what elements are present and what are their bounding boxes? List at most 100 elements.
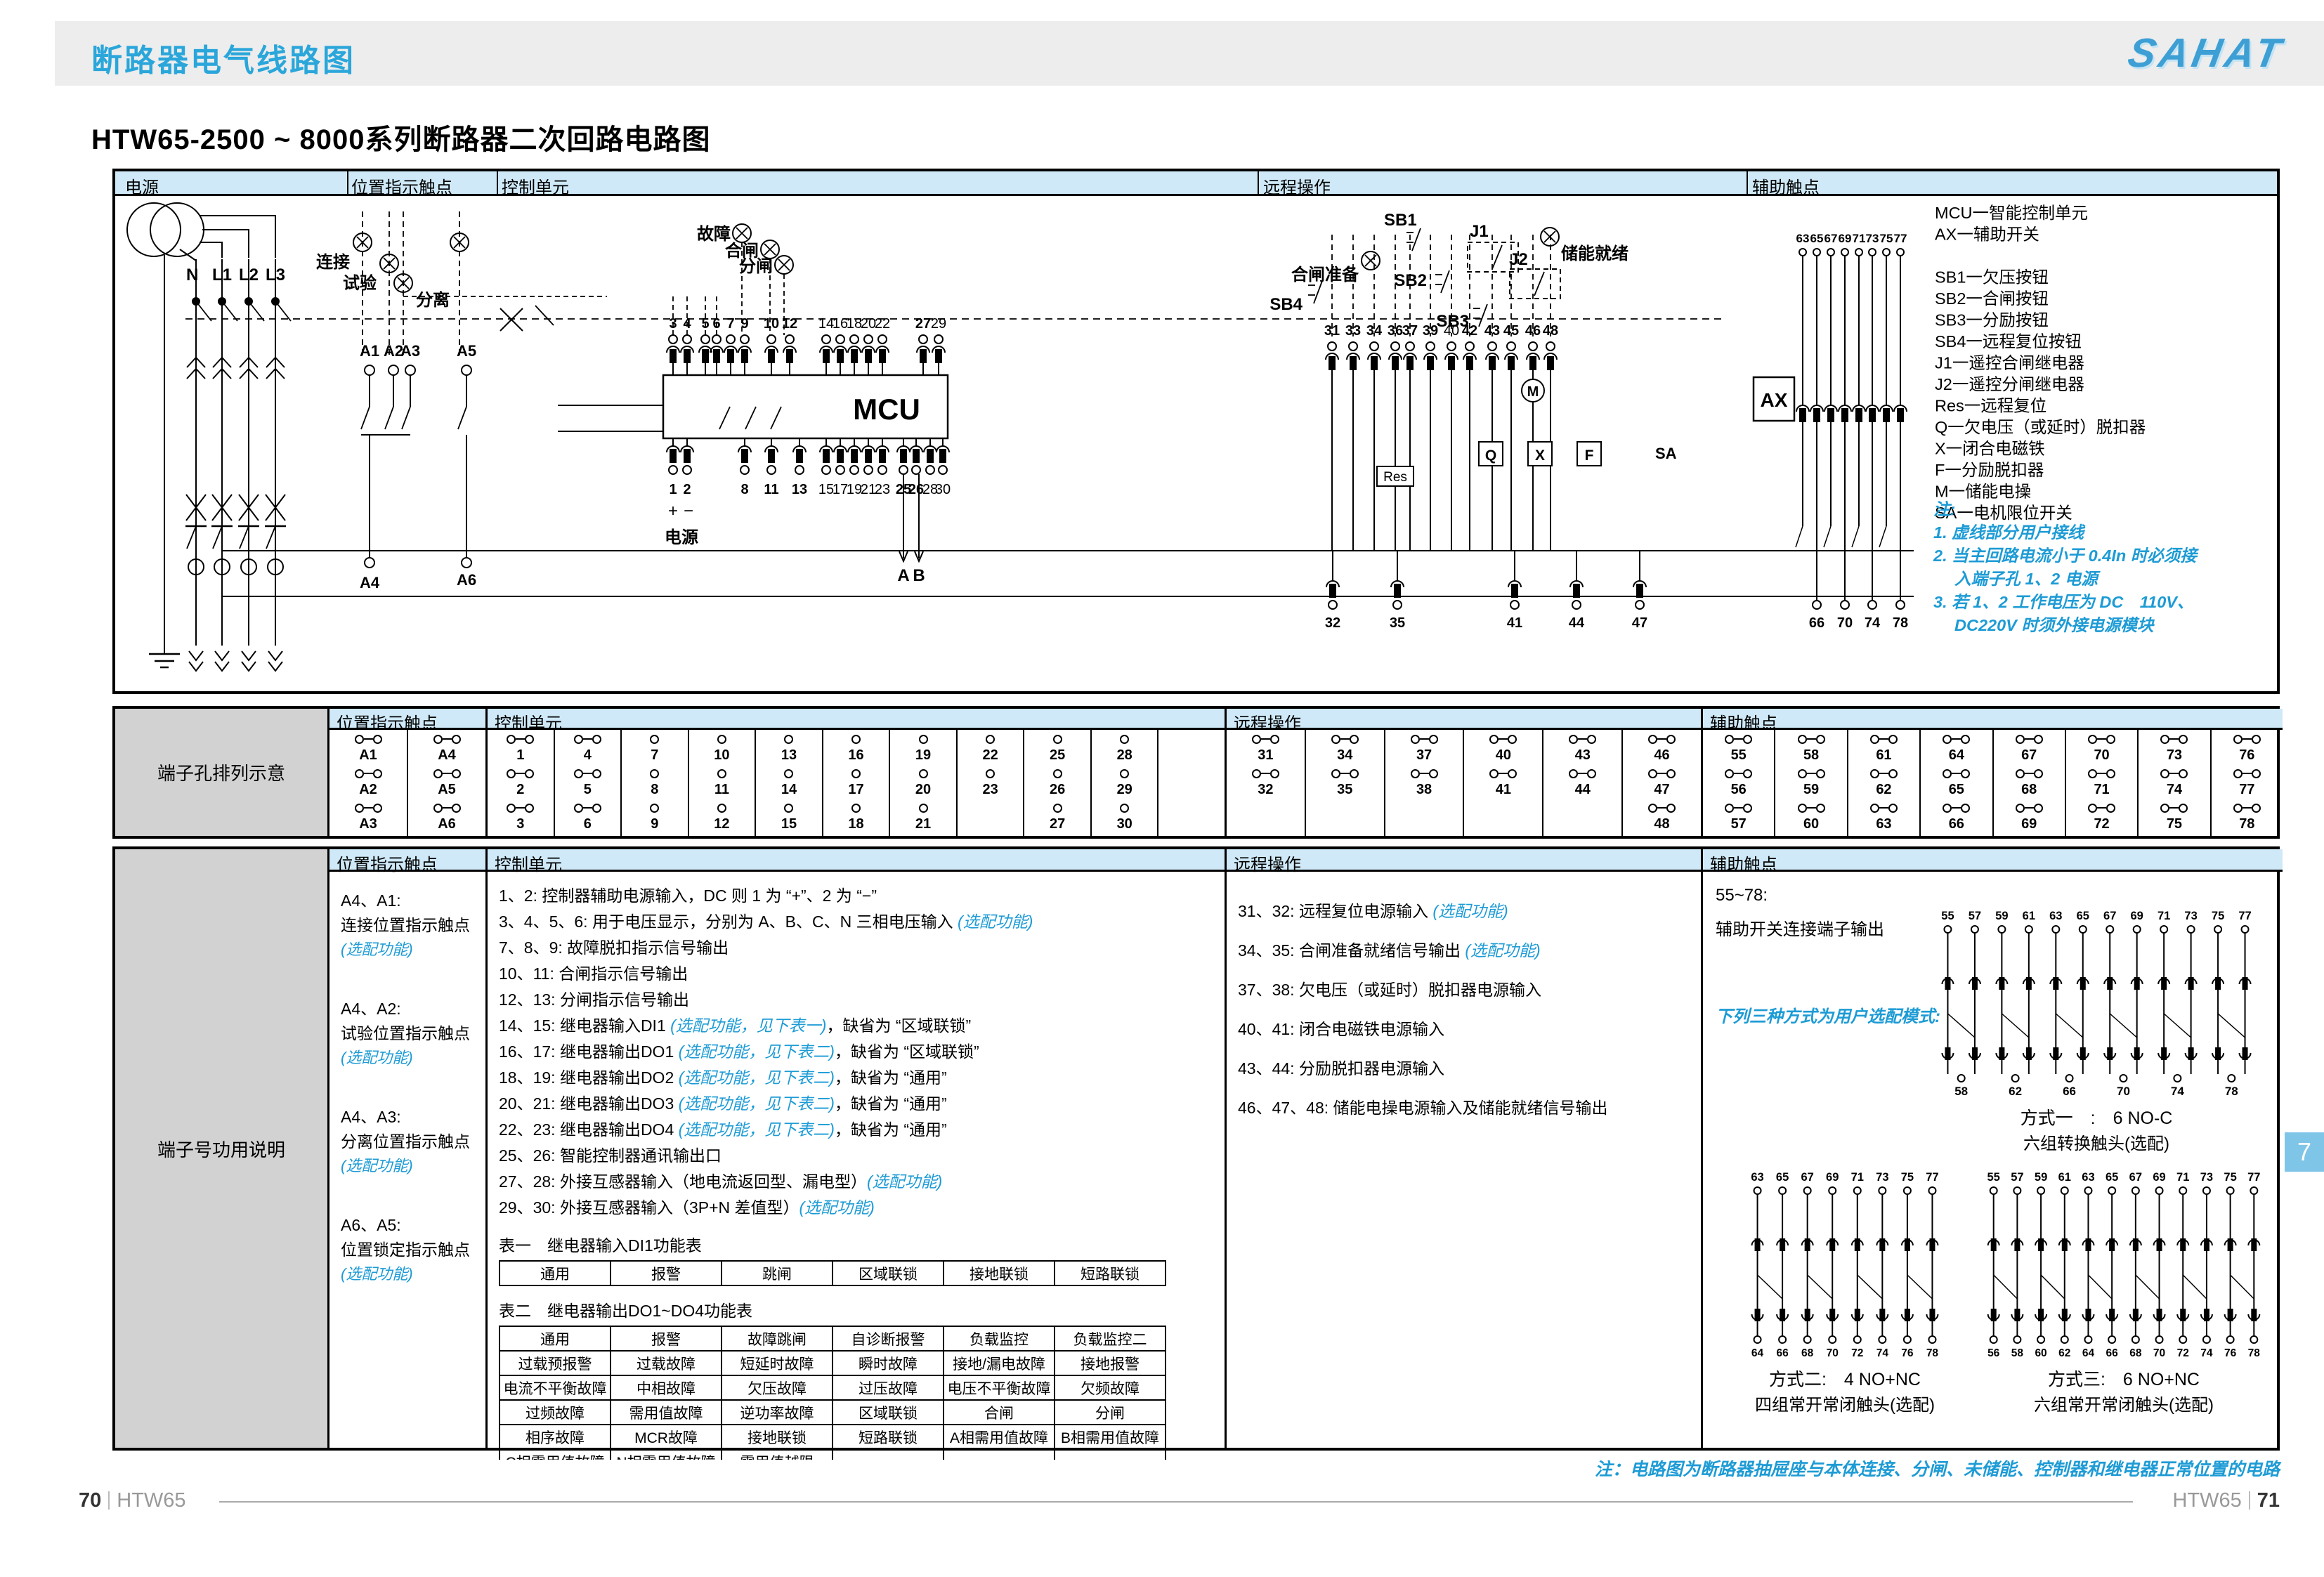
svg-text:67: 67	[2103, 910, 2116, 922]
terminal-map-cell: 737475	[2139, 730, 2211, 836]
svg-text:74: 74	[1876, 1347, 1889, 1359]
terminal-entry: 22	[982, 732, 998, 766]
terminal-link	[364, 738, 373, 740]
svg-text:1: 1	[669, 482, 677, 497]
svg-text:AX: AX	[1761, 389, 1788, 411]
terminal-symbol	[717, 801, 726, 815]
terminal-entry: 34	[1331, 732, 1359, 766]
function-line: 31、32: 远程复位电源输入 (选配功能)	[1227, 891, 1701, 931]
terminal-link	[516, 773, 525, 774]
svg-text:62: 62	[2058, 1347, 2070, 1359]
terminal-symbol	[2233, 732, 2261, 746]
diagram-header-4: 辅助触点	[1752, 174, 1820, 198]
footer-right-brand: HTW65	[2172, 1489, 2241, 1512]
terminal-symbol	[2160, 801, 2188, 815]
svg-text:10: 10	[764, 316, 779, 332]
svg-text:63: 63	[2049, 910, 2062, 922]
position-desc: 连接位置指示触点	[341, 912, 485, 938]
terminal-entry: A1	[355, 732, 382, 766]
terminal-entry: 64	[1943, 732, 1970, 766]
svg-text:SB1: SB1	[1384, 211, 1417, 230]
terminal-hole-icon	[784, 735, 793, 744]
table-cell: 跳闸	[722, 1261, 833, 1285]
svg-text:N: N	[186, 266, 198, 284]
svg-text:63: 63	[1751, 1171, 1763, 1184]
svg-text:65: 65	[1776, 1171, 1789, 1184]
terminal-entry: 58	[1798, 732, 1825, 766]
terminal-symbol	[2016, 801, 2043, 815]
terminal-symbol	[784, 732, 793, 746]
terminal-symbol	[2088, 732, 2115, 746]
terminal-number: A3	[359, 815, 377, 833]
table-cell: 负载监控二	[1055, 1326, 1166, 1351]
position-entry: A6、A5:位置锁定指示触点(选配功能)	[341, 1213, 485, 1286]
terminal-link	[1734, 738, 1743, 740]
terminal-hole-icon	[1743, 769, 1752, 778]
terminal-hole-icon	[1943, 769, 1952, 778]
svg-text:70: 70	[1827, 1347, 1839, 1359]
terminal-link	[1807, 807, 1816, 809]
table-cell: 过载预报警	[500, 1351, 611, 1375]
optional-tag: (选配功能)	[1465, 941, 1540, 960]
terminal-map-cell: 555657	[1703, 730, 1775, 836]
svg-text:J2: J2	[1509, 250, 1528, 269]
terminal-number: 38	[1416, 780, 1432, 799]
table-cell: 中相故障	[611, 1375, 722, 1400]
terminal-hole-icon	[1888, 769, 1898, 778]
svg-text:67: 67	[2129, 1171, 2142, 1184]
terminal-hole-icon	[2179, 769, 2188, 778]
terminal-entry: 72	[2088, 801, 2115, 835]
legend-line: J2一遥控分闸继电器	[1935, 375, 2084, 393]
terminal-hole-icon	[986, 769, 995, 778]
table-cell: 相序故障	[500, 1425, 611, 1449]
table-cell: 过频故障	[500, 1400, 611, 1425]
terminal-link	[1657, 807, 1666, 809]
terminal-number: 67	[2021, 746, 2037, 764]
chapter-tab: 7	[2285, 1132, 2324, 1172]
optional-tag: (选配功能)	[1432, 902, 1508, 920]
terminal-hole-icon	[2160, 735, 2169, 744]
terminal-hole-icon	[2016, 769, 2025, 778]
terminal-map-group-1: 控制单元123456789101112131415161718192021222…	[488, 709, 1227, 836]
terminal-map-group-3: 辅助触点555657585960616263646566676869707172…	[1703, 709, 2283, 836]
position-desc: 试验位置指示触点	[341, 1021, 485, 1046]
svg-text:58: 58	[1954, 1085, 1968, 1098]
terminal-symbol	[2016, 732, 2043, 746]
legend-line: Res一远程复位	[1935, 397, 2046, 415]
svg-text:77: 77	[1894, 232, 1907, 245]
terminal-hole-icon	[851, 804, 861, 813]
terminal-symbol	[1648, 732, 1676, 746]
terminal-map-cell: 707172	[2066, 730, 2139, 836]
terminal-symbol	[1943, 801, 1970, 815]
table-cell: N相需用值故障	[611, 1449, 722, 1460]
terminal-symbol	[2160, 766, 2188, 780]
terminal-number: A4	[438, 746, 456, 764]
terminal-map-cell: 3132	[1227, 730, 1306, 836]
terminal-number: 34	[1337, 746, 1352, 764]
terminal-hole-icon	[717, 804, 726, 813]
terminal-link	[1499, 773, 1508, 774]
terminal-number: 55	[1731, 746, 1747, 764]
aux-mode-subcaption: 六组常开常闭触头(选配)	[1970, 1391, 2278, 1415]
svg-text:66: 66	[1809, 615, 1824, 631]
svg-text:2. 当主回路电流小于 0.4In 时必须接: 2. 当主回路电流小于 0.4In 时必须接	[1933, 547, 2199, 565]
terminal-link	[1952, 773, 1961, 774]
terminal-symbol	[574, 766, 601, 780]
terminal-entry: 41	[1489, 766, 1517, 801]
table-cell: 负载监控	[944, 1326, 1055, 1351]
terminal-hole-icon	[2088, 804, 2097, 813]
terminal-number: 57	[1731, 815, 1747, 833]
svg-text:9: 9	[740, 316, 748, 332]
svg-text:4: 4	[683, 316, 691, 332]
svg-text:F: F	[1585, 447, 1594, 464]
svg-text:74: 74	[2200, 1347, 2213, 1359]
terminal-number: 26	[1050, 780, 1065, 799]
terminal-symbol	[507, 732, 534, 746]
terminal-hole-icon	[1725, 769, 1734, 778]
terminal-link	[2243, 773, 2252, 774]
optional-tag: (选配功能，见下表二)	[679, 1120, 835, 1139]
position-opt: (选配功能)	[341, 938, 485, 962]
terminal-symbol	[1053, 732, 1062, 746]
svg-text:32: 32	[1325, 615, 1340, 631]
terminal-entry: 37	[1411, 732, 1438, 766]
